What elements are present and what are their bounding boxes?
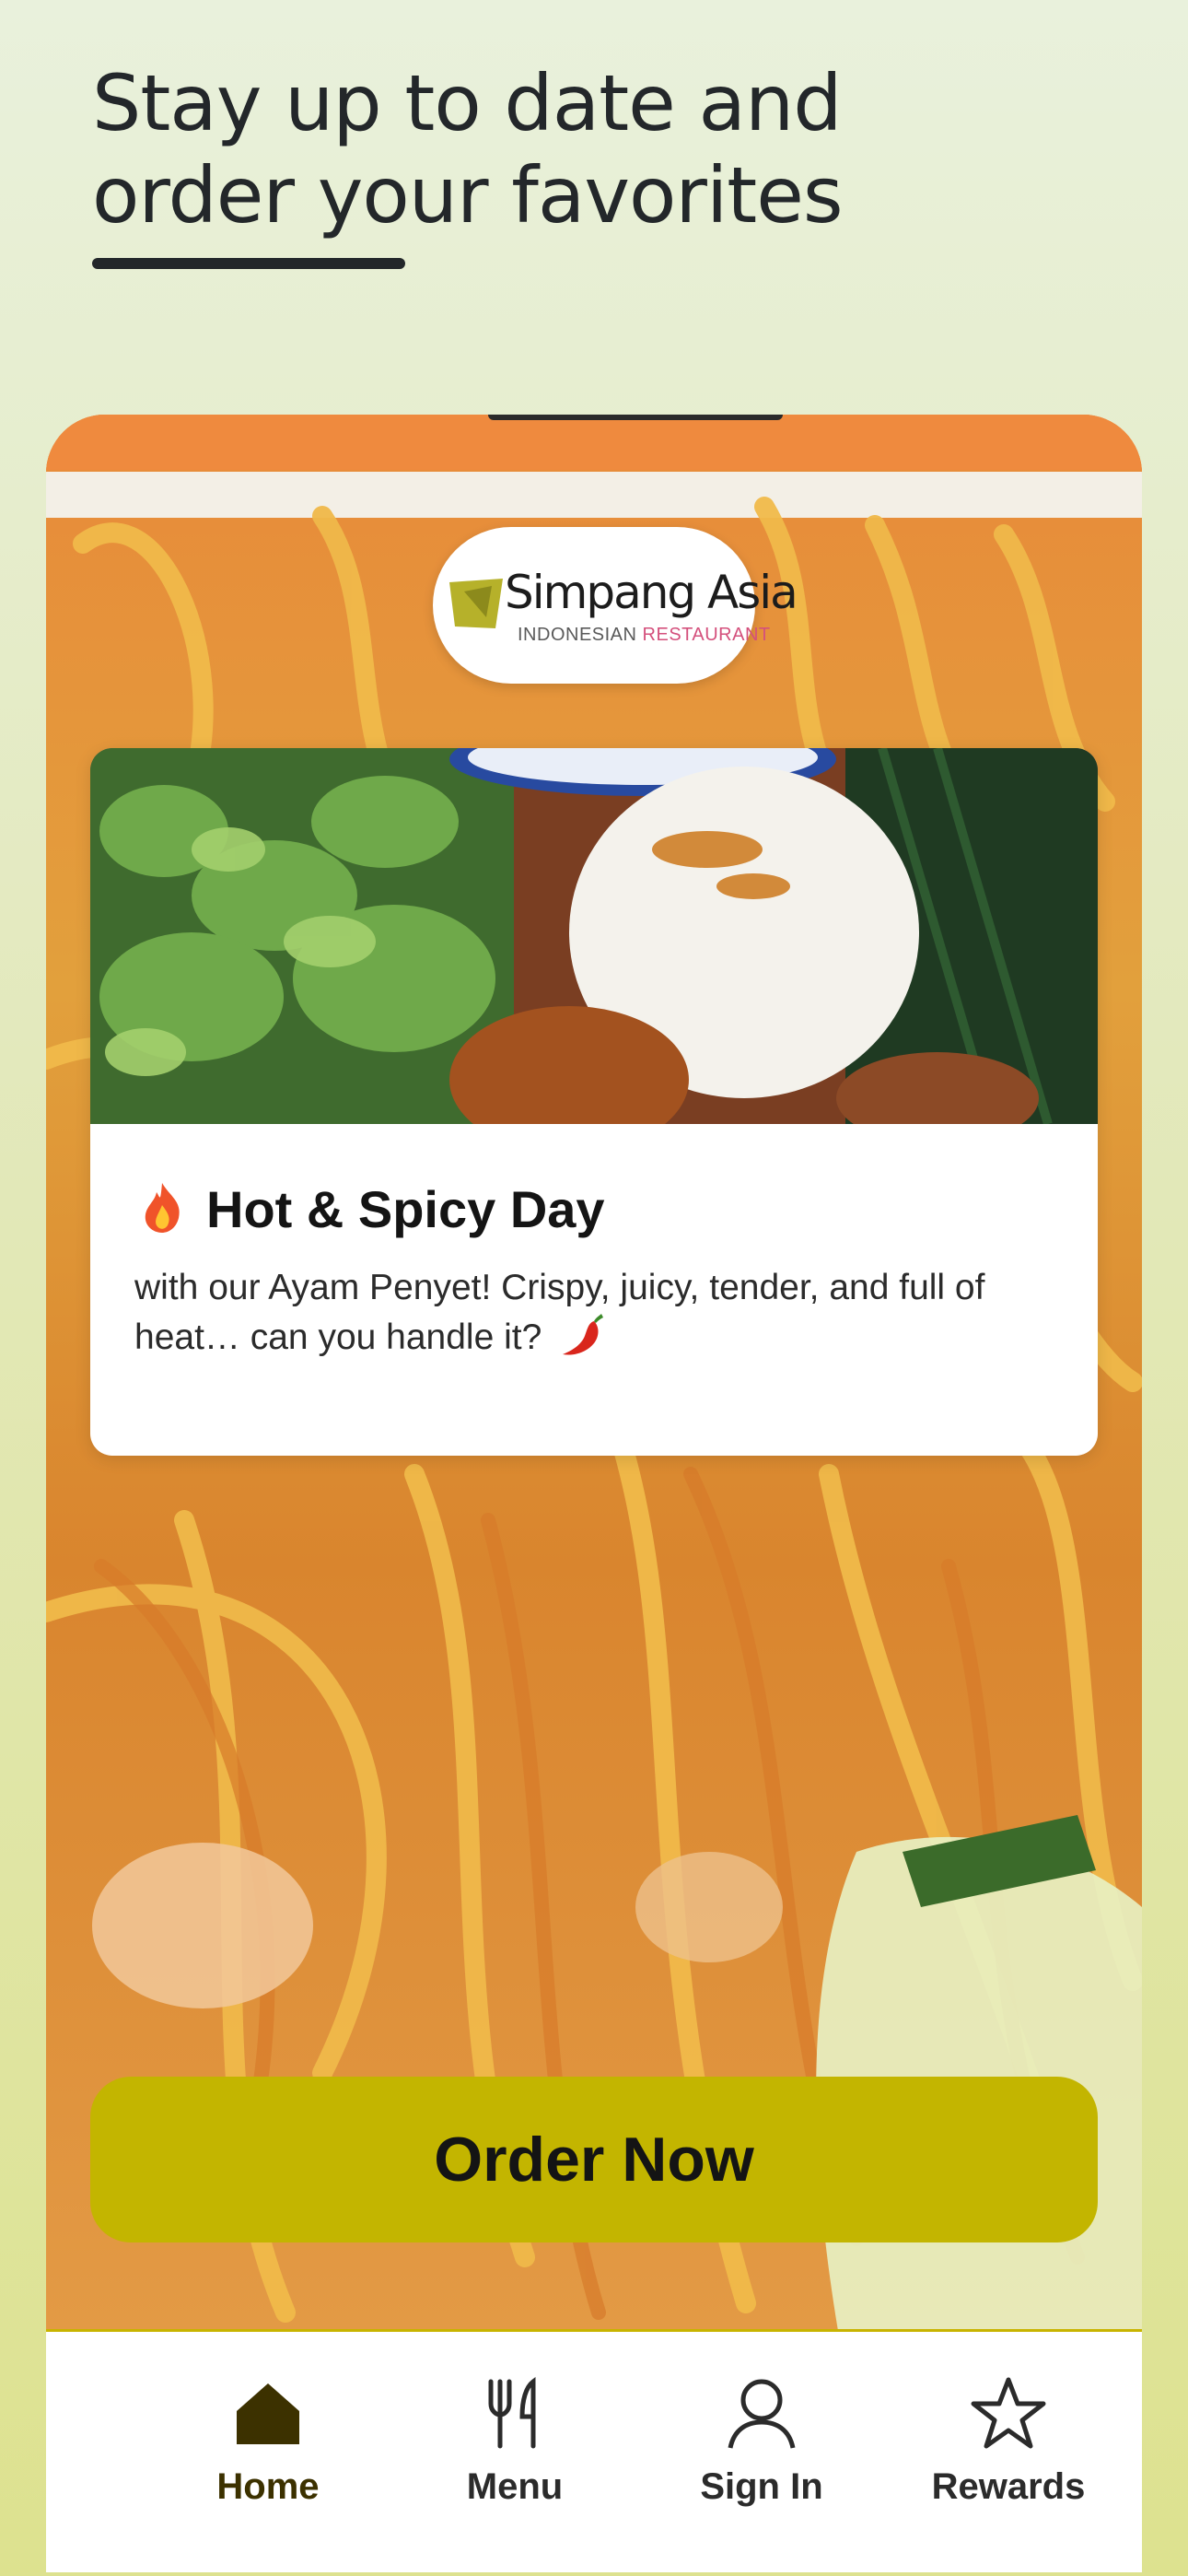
- logo-name: Simpang Asia: [505, 566, 798, 619]
- promo-title: Hot & Spicy Day: [134, 1179, 605, 1239]
- logo-subtitle: INDONESIAN RESTAURANT: [518, 625, 771, 646]
- bottom-tab-bar: Home Menu Sign In Rewards: [46, 2329, 1142, 2572]
- star-icon: [971, 2377, 1046, 2449]
- tab-sign-in-label: Sign In: [700, 2466, 823, 2507]
- tab-home[interactable]: Home: [145, 2332, 391, 2572]
- fork-knife-icon: [488, 2376, 536, 2449]
- fire-icon: [145, 1183, 180, 1233]
- tab-home-label: Home: [216, 2466, 320, 2507]
- app-screen: Simpang Asia INDONESIAN RESTAURANT Hot &…: [46, 415, 1142, 2572]
- logo-subtitle-a: INDONESIAN: [518, 625, 637, 645]
- tab-sign-in[interactable]: Sign In: [638, 2332, 885, 2572]
- logo-mark-icon: [449, 579, 503, 628]
- tab-rewards[interactable]: Rewards: [885, 2332, 1132, 2572]
- order-now-button[interactable]: Order Now: [90, 2077, 1098, 2242]
- headline-underline: [92, 258, 405, 269]
- headline-line-2: order your favorites: [92, 150, 844, 240]
- tab-menu-label: Menu: [466, 2466, 564, 2507]
- user-icon: [728, 2379, 796, 2449]
- promo-card[interactable]: Hot & Spicy Day with our Ayam Penyet! Cr…: [90, 748, 1098, 1456]
- page-headline: Stay up to date and order your favorites: [92, 57, 1013, 241]
- chili-pepper-icon: [563, 1314, 604, 1355]
- logo-subtitle-b: RESTAURANT: [642, 625, 771, 645]
- promo-food-image: [90, 748, 1098, 1124]
- promo-title-text: Hot & Spicy Day: [206, 1180, 605, 1238]
- tab-menu[interactable]: Menu: [391, 2332, 638, 2572]
- promo-description: with our Ayam Penyet! Crispy, juicy, ten…: [134, 1264, 1065, 1362]
- headline-line-1: Stay up to date and: [92, 58, 843, 148]
- home-icon: [237, 2383, 299, 2444]
- restaurant-logo: Simpang Asia INDONESIAN RESTAURANT: [433, 527, 798, 684]
- status-notch: [488, 415, 783, 420]
- tab-rewards-label: Rewards: [931, 2466, 1086, 2507]
